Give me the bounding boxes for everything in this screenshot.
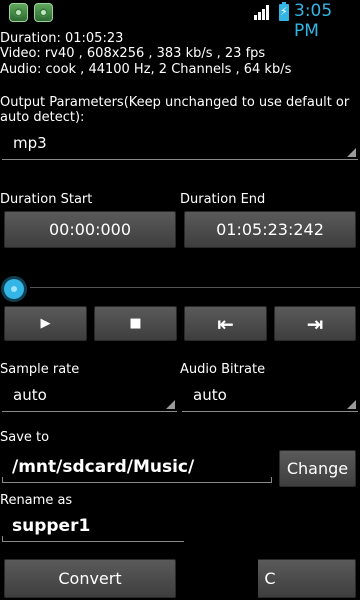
info-video: Video: rv40 , 608x256 , 383 kb/s , 23 fp… xyxy=(0,46,266,61)
audio-bitrate-label: Audio Bitrate xyxy=(180,362,266,377)
audio-bitrate-spinner[interactable]: auto xyxy=(182,380,358,412)
output-format-spinner[interactable]: mp3 xyxy=(2,128,358,160)
duration-start-label: Duration Start xyxy=(0,192,93,207)
dropdown-corner-icon xyxy=(347,400,356,409)
audio-bitrate-value: auto xyxy=(193,386,227,404)
play-button[interactable]: ▶ xyxy=(4,306,87,341)
change-button[interactable]: Change xyxy=(279,450,356,487)
output-parameters-label: Output Parameters(Keep unchanged to use … xyxy=(0,95,350,110)
save-path-value: /mnt/sdcard/Music/ xyxy=(12,457,195,477)
info-audio: Audio: cook , 44100 Hz, 2 Channels , 64 … xyxy=(0,62,292,77)
status-bar: ⚡ 3:05 PM xyxy=(0,0,360,41)
seek-thumb[interactable] xyxy=(4,279,24,299)
app-notification-icon xyxy=(9,3,28,22)
duration-end-button[interactable]: 01:05:23:242 xyxy=(184,211,356,248)
set-end-button[interactable]: ⇥ xyxy=(274,306,356,341)
signal-icon xyxy=(254,5,271,20)
info-duration: Duration: 01:05:23 xyxy=(0,31,124,46)
status-clock: 3:05 PM xyxy=(294,1,333,41)
duration-start-button[interactable]: 00:00:000 xyxy=(4,211,176,248)
duration-end-label: Duration End xyxy=(180,192,266,207)
play-icon: ▶ xyxy=(40,316,51,331)
rename-value: supper1 xyxy=(12,516,91,536)
convert-button[interactable]: Convert xyxy=(4,559,176,598)
seek-track[interactable] xyxy=(30,287,360,288)
stop-icon: ■ xyxy=(129,316,142,331)
save-path-field[interactable]: /mnt/sdcard/Music/ xyxy=(2,451,272,483)
sample-rate-spinner[interactable]: auto xyxy=(2,380,177,412)
stop-button[interactable]: ■ xyxy=(94,306,177,341)
sample-rate-value: auto xyxy=(13,386,47,404)
output-format-value: mp3 xyxy=(13,134,47,152)
rename-label: Rename as xyxy=(0,493,73,508)
set-start-button[interactable]: ⇤ xyxy=(184,306,267,341)
app-notification-icon xyxy=(34,3,53,22)
output-parameters-label-2: auto detect): xyxy=(0,110,85,125)
overlay-shadow xyxy=(184,530,258,600)
arrow-left-to-bar-icon: ⇤ xyxy=(217,311,234,336)
dropdown-corner-icon xyxy=(347,148,356,157)
second-action-label: C xyxy=(264,569,276,588)
sample-rate-label: Sample rate xyxy=(0,362,80,377)
dropdown-corner-icon xyxy=(166,400,175,409)
save-to-label: Save to xyxy=(0,430,50,445)
battery-icon: ⚡ xyxy=(279,2,289,21)
arrow-right-to-bar-icon: ⇥ xyxy=(306,311,324,336)
